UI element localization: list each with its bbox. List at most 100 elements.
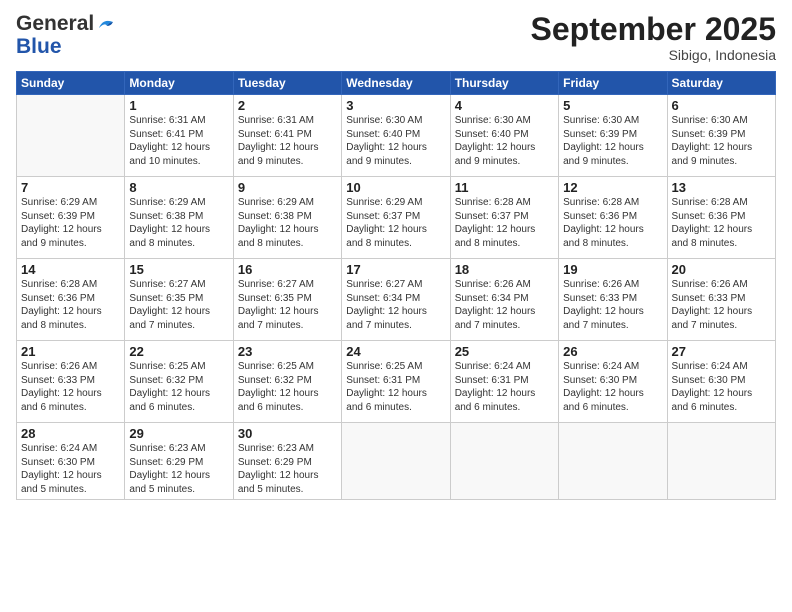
day-number: 23 [238,344,337,359]
table-row: 10Sunrise: 6:29 AM Sunset: 6:37 PM Dayli… [342,177,450,259]
day-content: Sunrise: 6:29 AM Sunset: 6:37 PM Dayligh… [346,196,445,250]
day-content: Sunrise: 6:28 AM Sunset: 6:36 PM Dayligh… [563,196,662,250]
day-number: 20 [672,262,771,277]
day-content: Sunrise: 6:30 AM Sunset: 6:39 PM Dayligh… [563,114,662,168]
day-number: 28 [21,426,120,441]
day-number: 19 [563,262,662,277]
day-number: 24 [346,344,445,359]
table-row: 24Sunrise: 6:25 AM Sunset: 6:31 PM Dayli… [342,341,450,423]
day-content: Sunrise: 6:28 AM Sunset: 6:37 PM Dayligh… [455,196,554,250]
day-number: 9 [238,180,337,195]
table-row: 26Sunrise: 6:24 AM Sunset: 6:30 PM Dayli… [559,341,667,423]
day-number: 29 [129,426,228,441]
table-row: 14Sunrise: 6:28 AM Sunset: 6:36 PM Dayli… [17,259,125,341]
day-number: 22 [129,344,228,359]
day-number: 26 [563,344,662,359]
day-content: Sunrise: 6:28 AM Sunset: 6:36 PM Dayligh… [672,196,771,250]
day-content: Sunrise: 6:26 AM Sunset: 6:33 PM Dayligh… [563,278,662,332]
day-number: 15 [129,262,228,277]
day-content: Sunrise: 6:26 AM Sunset: 6:34 PM Dayligh… [455,278,554,332]
table-row: 20Sunrise: 6:26 AM Sunset: 6:33 PM Dayli… [667,259,775,341]
day-number: 13 [672,180,771,195]
title-block: September 2025 Sibigo, Indonesia [531,12,776,63]
day-number: 27 [672,344,771,359]
table-row: 12Sunrise: 6:28 AM Sunset: 6:36 PM Dayli… [559,177,667,259]
day-content: Sunrise: 6:27 AM Sunset: 6:35 PM Dayligh… [238,278,337,332]
day-number: 1 [129,98,228,113]
day-number: 8 [129,180,228,195]
col-wednesday: Wednesday [342,72,450,95]
day-number: 30 [238,426,337,441]
day-content: Sunrise: 6:31 AM Sunset: 6:41 PM Dayligh… [129,114,228,168]
logo: General Blue [16,12,118,58]
day-content: Sunrise: 6:23 AM Sunset: 6:29 PM Dayligh… [129,442,228,496]
day-content: Sunrise: 6:29 AM Sunset: 6:38 PM Dayligh… [238,196,337,250]
table-row: 28Sunrise: 6:24 AM Sunset: 6:30 PM Dayli… [17,423,125,500]
calendar-table: Sunday Monday Tuesday Wednesday Thursday… [16,71,776,500]
day-content: Sunrise: 6:25 AM Sunset: 6:32 PM Dayligh… [238,360,337,414]
day-number: 6 [672,98,771,113]
col-thursday: Thursday [450,72,558,95]
col-sunday: Sunday [17,72,125,95]
day-content: Sunrise: 6:26 AM Sunset: 6:33 PM Dayligh… [672,278,771,332]
day-number: 21 [21,344,120,359]
day-content: Sunrise: 6:25 AM Sunset: 6:31 PM Dayligh… [346,360,445,414]
day-number: 16 [238,262,337,277]
day-content: Sunrise: 6:26 AM Sunset: 6:33 PM Dayligh… [21,360,120,414]
day-content: Sunrise: 6:29 AM Sunset: 6:39 PM Dayligh… [21,196,120,250]
table-row [450,423,558,500]
table-row [342,423,450,500]
table-row: 25Sunrise: 6:24 AM Sunset: 6:31 PM Dayli… [450,341,558,423]
day-number: 7 [21,180,120,195]
table-row: 16Sunrise: 6:27 AM Sunset: 6:35 PM Dayli… [233,259,341,341]
calendar-header-row: Sunday Monday Tuesday Wednesday Thursday… [17,72,776,95]
day-number: 11 [455,180,554,195]
day-content: Sunrise: 6:30 AM Sunset: 6:40 PM Dayligh… [455,114,554,168]
table-row: 3Sunrise: 6:30 AM Sunset: 6:40 PM Daylig… [342,95,450,177]
table-row: 7Sunrise: 6:29 AM Sunset: 6:39 PM Daylig… [17,177,125,259]
table-row: 27Sunrise: 6:24 AM Sunset: 6:30 PM Dayli… [667,341,775,423]
day-number: 14 [21,262,120,277]
table-row: 18Sunrise: 6:26 AM Sunset: 6:34 PM Dayli… [450,259,558,341]
col-tuesday: Tuesday [233,72,341,95]
col-saturday: Saturday [667,72,775,95]
table-row: 21Sunrise: 6:26 AM Sunset: 6:33 PM Dayli… [17,341,125,423]
day-content: Sunrise: 6:25 AM Sunset: 6:32 PM Dayligh… [129,360,228,414]
table-row [667,423,775,500]
day-content: Sunrise: 6:27 AM Sunset: 6:34 PM Dayligh… [346,278,445,332]
table-row: 6Sunrise: 6:30 AM Sunset: 6:39 PM Daylig… [667,95,775,177]
day-content: Sunrise: 6:30 AM Sunset: 6:40 PM Dayligh… [346,114,445,168]
day-number: 2 [238,98,337,113]
header: General Blue September 2025 Sibigo, Indo… [16,12,776,63]
day-number: 25 [455,344,554,359]
day-content: Sunrise: 6:27 AM Sunset: 6:35 PM Dayligh… [129,278,228,332]
month-title: September 2025 [531,12,776,47]
table-row [17,95,125,177]
logo-general: General [16,12,94,35]
day-number: 4 [455,98,554,113]
day-number: 10 [346,180,445,195]
table-row: 8Sunrise: 6:29 AM Sunset: 6:38 PM Daylig… [125,177,233,259]
location: Sibigo, Indonesia [531,47,776,63]
day-content: Sunrise: 6:29 AM Sunset: 6:38 PM Dayligh… [129,196,228,250]
table-row: 17Sunrise: 6:27 AM Sunset: 6:34 PM Dayli… [342,259,450,341]
table-row: 9Sunrise: 6:29 AM Sunset: 6:38 PM Daylig… [233,177,341,259]
day-number: 3 [346,98,445,113]
table-row: 13Sunrise: 6:28 AM Sunset: 6:36 PM Dayli… [667,177,775,259]
table-row: 15Sunrise: 6:27 AM Sunset: 6:35 PM Dayli… [125,259,233,341]
table-row: 4Sunrise: 6:30 AM Sunset: 6:40 PM Daylig… [450,95,558,177]
table-row: 11Sunrise: 6:28 AM Sunset: 6:37 PM Dayli… [450,177,558,259]
table-row: 19Sunrise: 6:26 AM Sunset: 6:33 PM Dayli… [559,259,667,341]
table-row: 29Sunrise: 6:23 AM Sunset: 6:29 PM Dayli… [125,423,233,500]
day-number: 5 [563,98,662,113]
table-row: 2Sunrise: 6:31 AM Sunset: 6:41 PM Daylig… [233,95,341,177]
table-row: 5Sunrise: 6:30 AM Sunset: 6:39 PM Daylig… [559,95,667,177]
day-content: Sunrise: 6:30 AM Sunset: 6:39 PM Dayligh… [672,114,771,168]
logo-bird-icon [95,14,117,36]
day-content: Sunrise: 6:31 AM Sunset: 6:41 PM Dayligh… [238,114,337,168]
day-content: Sunrise: 6:24 AM Sunset: 6:30 PM Dayligh… [563,360,662,414]
col-monday: Monday [125,72,233,95]
day-number: 17 [346,262,445,277]
logo-text: General Blue [16,12,118,58]
table-row: 23Sunrise: 6:25 AM Sunset: 6:32 PM Dayli… [233,341,341,423]
